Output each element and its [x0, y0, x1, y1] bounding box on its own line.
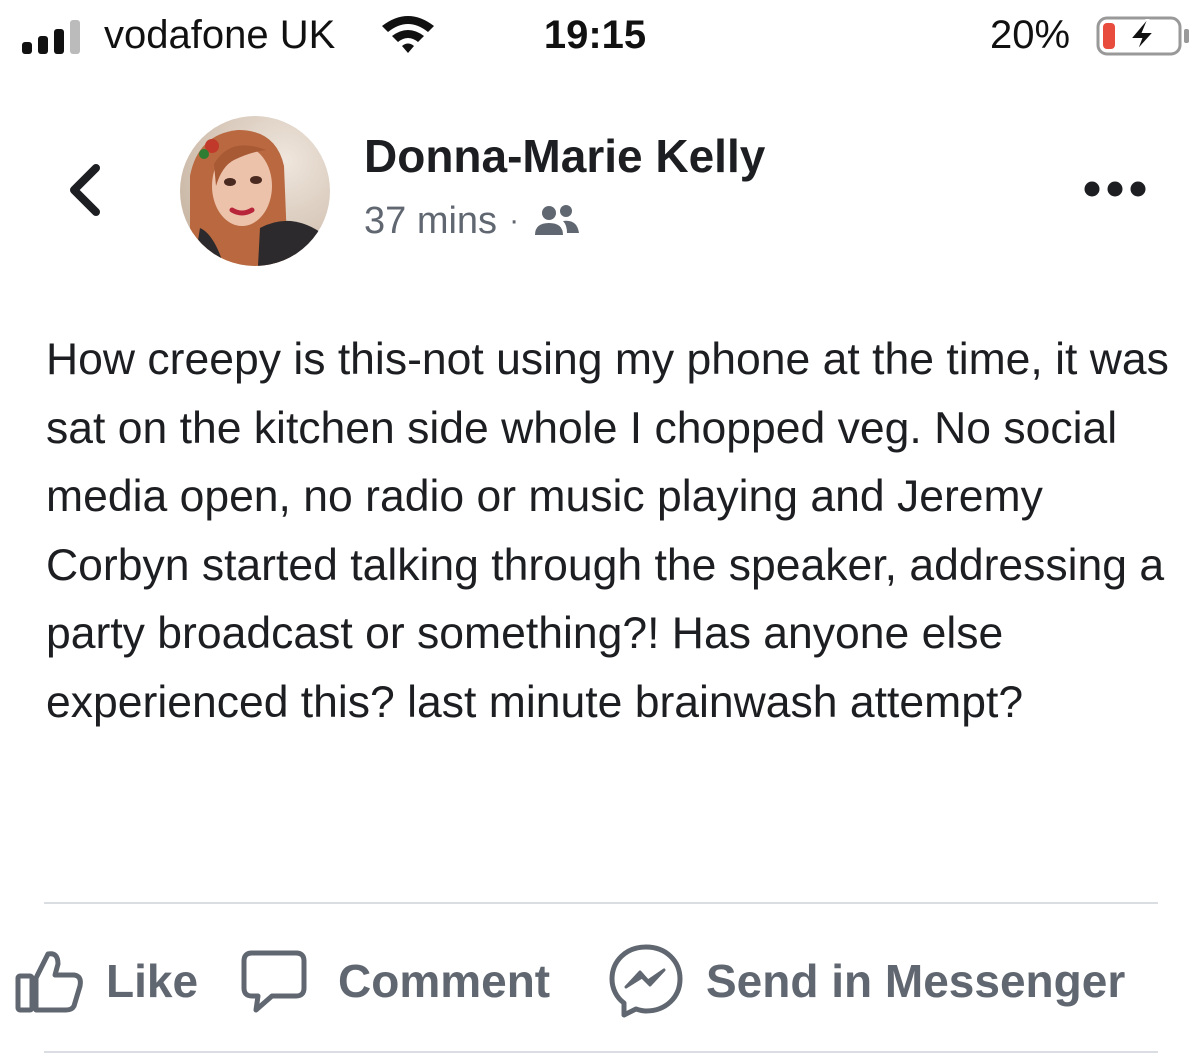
- comment-label: Comment: [338, 955, 551, 1007]
- avatar[interactable]: [180, 116, 330, 266]
- battery-charging-icon: [1096, 16, 1189, 56]
- battery-percent: 20%: [990, 13, 1071, 57]
- more-options-icon[interactable]: [1082, 174, 1148, 204]
- like-button[interactable]: Like: [14, 946, 198, 1016]
- divider: [44, 902, 1158, 904]
- friends-audience-icon[interactable]: [533, 201, 581, 241]
- post-text: How creepy is this-not using my phone at…: [46, 335, 1169, 727]
- thumbs-up-icon: [15, 951, 83, 1013]
- meta-separator: ·: [509, 204, 520, 237]
- messenger-icon: [609, 944, 683, 1018]
- messenger-label: Send in Messenger: [706, 955, 1126, 1007]
- like-label: Like: [106, 955, 199, 1007]
- status-bar: vodafone UK 19:15 20%: [0, 0, 1200, 70]
- post-timestamp[interactable]: 37 mins: [364, 196, 497, 246]
- post-meta: 37 mins ·: [364, 196, 581, 246]
- author-name[interactable]: Donna-Marie Kelly: [364, 128, 765, 184]
- divider: [44, 1051, 1158, 1053]
- comment-button[interactable]: Comment: [240, 946, 550, 1016]
- comment-bubble-icon: [241, 950, 307, 1013]
- chevron-left-icon[interactable]: [60, 160, 110, 220]
- send-in-messenger-button[interactable]: Send in Messenger: [608, 944, 1126, 1018]
